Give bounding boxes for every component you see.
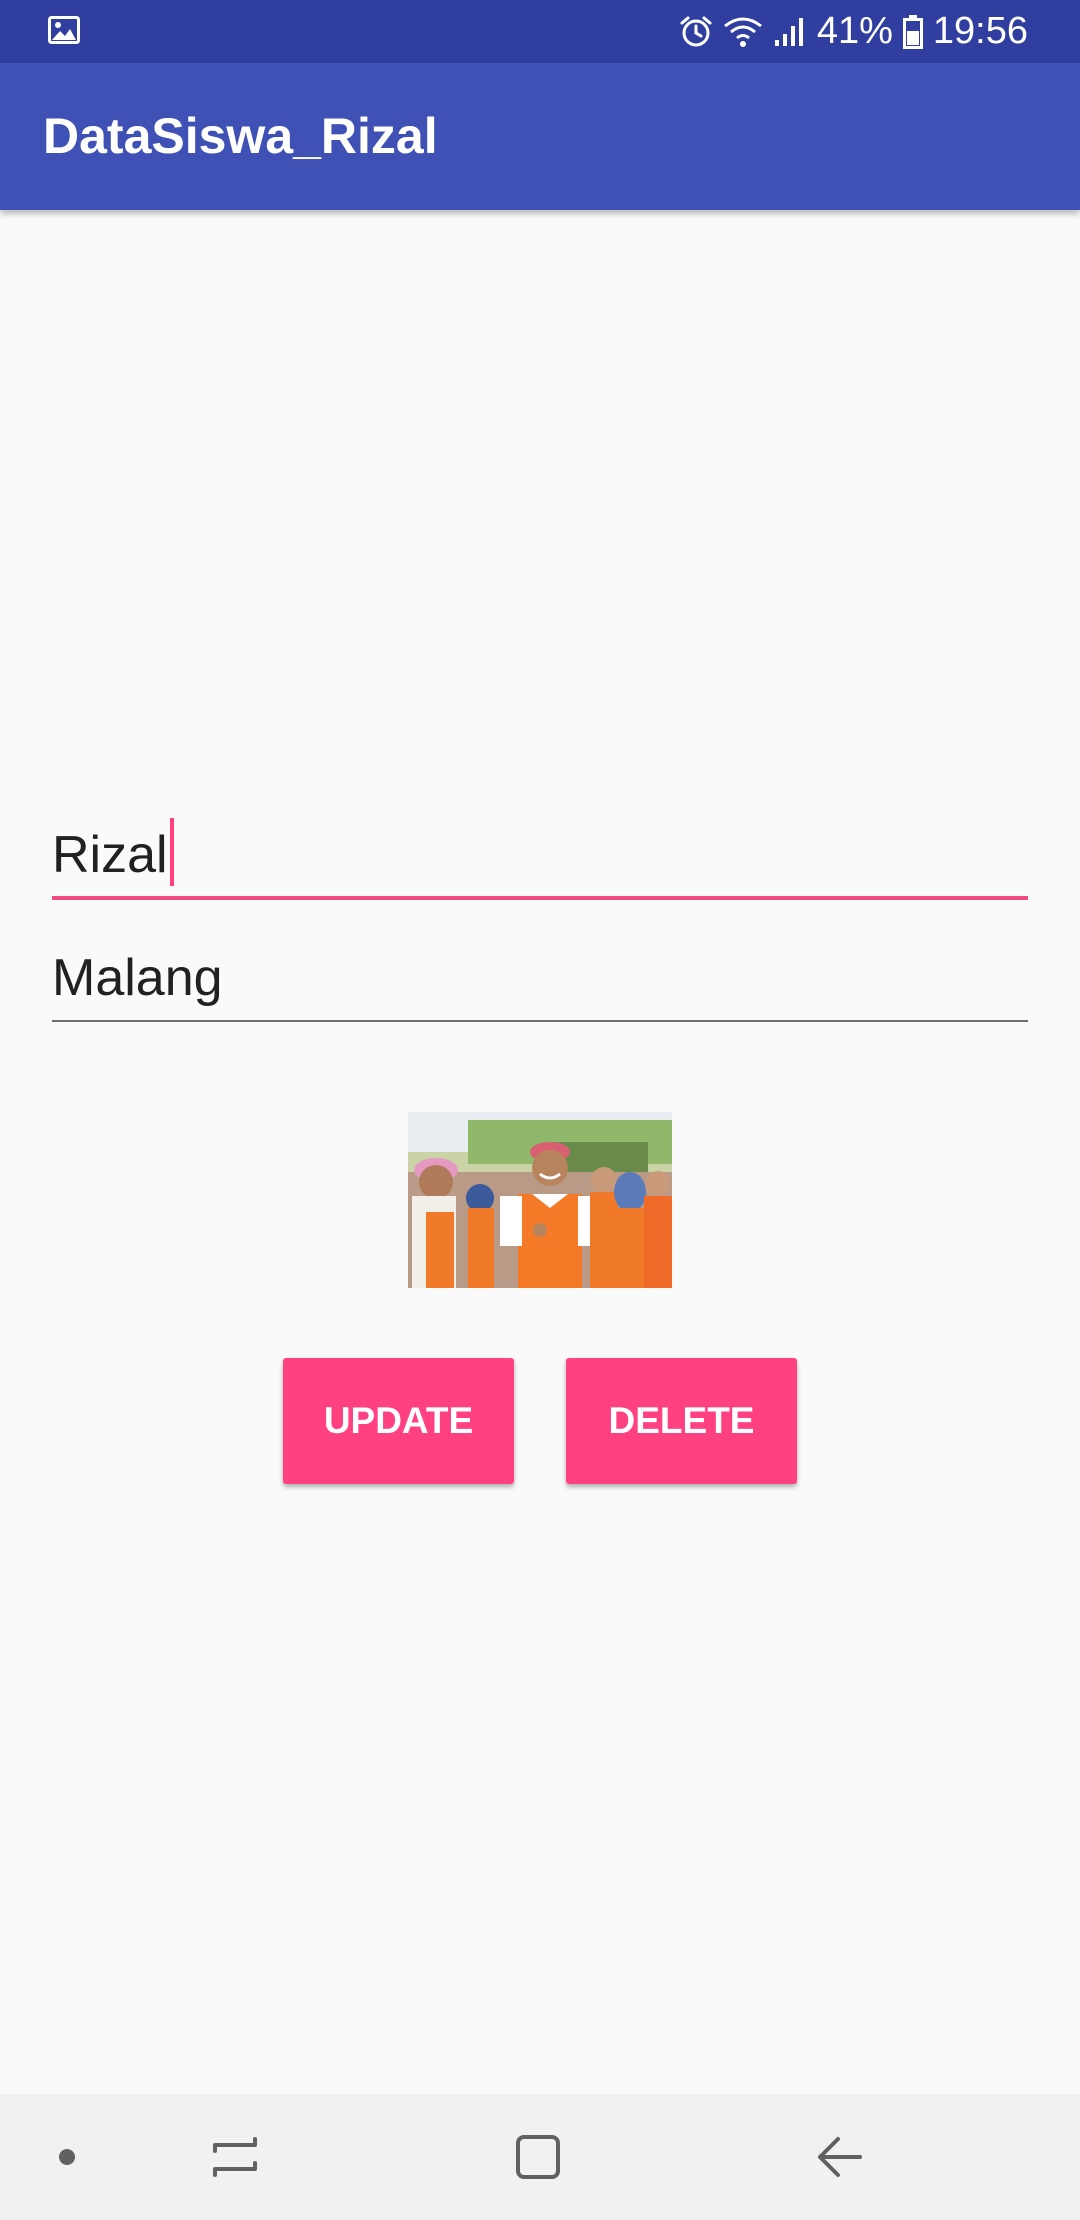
app-title: DataSiswa_Rizal [43,108,438,164]
name-field-underline [52,896,1028,900]
gallery-notification-icon [48,16,80,44]
back-icon[interactable] [800,2094,880,2220]
alarm-icon [679,15,713,49]
battery-icon [902,14,923,49]
wifi-icon [723,16,763,48]
recent-apps-icon[interactable] [200,2094,270,2220]
update-button[interactable]: UPDATE [283,1358,514,1484]
cellular-signal-icon [773,16,807,48]
name-field-value: Rizal [52,826,168,884]
navigation-bar [0,2094,1080,2220]
battery-percent: 41% [816,10,893,52]
status-indicators: 41% 19:56 [679,0,1028,63]
dot-icon[interactable] [40,2094,94,2220]
app-bar: DataSiswa_Rizal [0,63,1080,210]
city-field[interactable]: Malang [52,920,1028,1022]
name-field-value-wrap: Rizal [52,818,174,886]
status-time: 19:56 [932,10,1028,52]
status-bar: 41% 19:56 [0,0,1080,63]
delete-button[interactable]: DELETE [566,1358,797,1484]
text-caret [169,818,174,886]
home-icon[interactable] [500,2094,576,2220]
name-field[interactable]: Rizal [52,800,1028,900]
city-field-value: Malang [52,949,223,1007]
student-photo[interactable] [408,1112,672,1288]
city-field-underline [52,1020,1028,1022]
